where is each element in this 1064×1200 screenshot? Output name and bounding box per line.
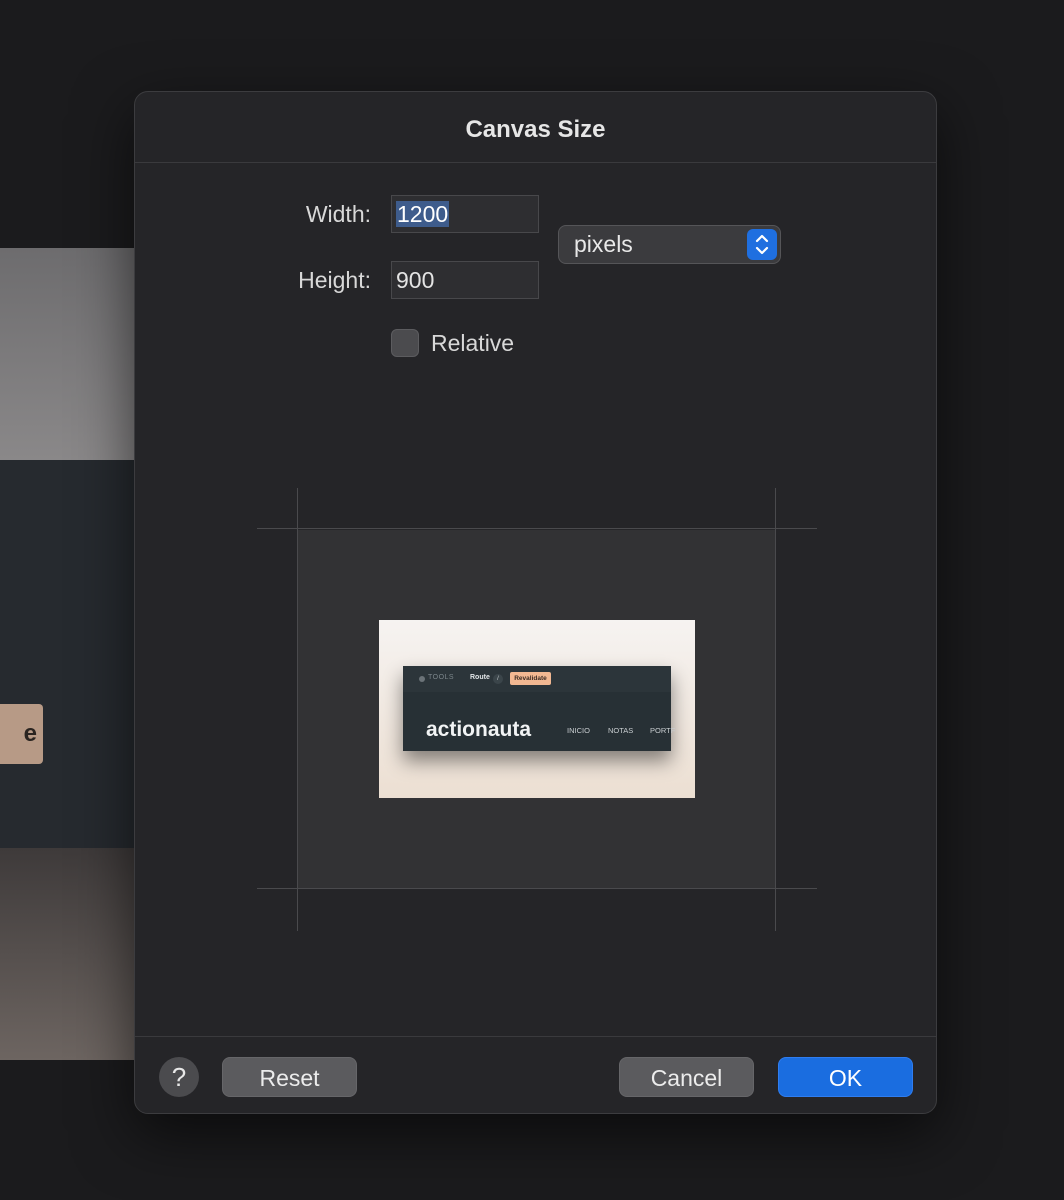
- thumbnail-nav-item: PORTF: [650, 726, 676, 735]
- background-document: e ❙❙: [0, 248, 140, 1060]
- width-label: Width:: [305, 201, 371, 227]
- thumbnail-slash-badge: /: [493, 674, 503, 684]
- unit-popup-label: pixels: [574, 231, 633, 257]
- guide-line-right: [775, 488, 776, 931]
- background-partial-button: e: [0, 704, 43, 764]
- guide-line-bottom: [257, 888, 817, 889]
- image-thumbnail: TOOLS Route / Revalidate actionauta INIC…: [379, 620, 695, 798]
- reset-button[interactable]: Reset: [222, 1057, 357, 1097]
- background-top-panel: [0, 248, 140, 460]
- footer-divider: [135, 1036, 936, 1037]
- dialog-title: Canvas Size: [465, 116, 606, 143]
- width-value: 1200: [396, 201, 450, 227]
- background-bottom-panel: [0, 848, 140, 1060]
- unit-popup[interactable]: pixels: [558, 225, 781, 264]
- relative-label[interactable]: Relative: [431, 328, 514, 358]
- cancel-button[interactable]: Cancel: [619, 1057, 754, 1097]
- height-value: 900: [396, 267, 435, 293]
- thumbnail-card: TOOLS Route / Revalidate actionauta INIC…: [403, 666, 675, 751]
- height-label: Height:: [298, 267, 371, 293]
- relative-checkbox[interactable]: [391, 329, 419, 357]
- thumbnail-revalidate-badge: Revalidate: [510, 672, 551, 685]
- canvas-size-dialog: Canvas Size Width: 1200 Height: 900 pixe…: [134, 91, 937, 1114]
- thumbnail-nav-item: NOTAS: [608, 726, 634, 735]
- width-field[interactable]: 1200: [391, 195, 539, 233]
- title-divider: [135, 162, 936, 163]
- thumbnail-tools-label: TOOLS: [428, 674, 455, 681]
- thumbnail-route-label: Route: [470, 674, 490, 681]
- background-mid-panel: e ❙❙: [0, 460, 140, 983]
- chevron-up-down-icon: [747, 229, 777, 260]
- thumbnail-toolbar: TOOLS Route / Revalidate: [403, 666, 671, 692]
- guide-line-top: [257, 528, 817, 529]
- help-icon[interactable]: ?: [159, 1057, 199, 1097]
- thumbnail-dot-icon: [419, 676, 425, 682]
- thumbnail-nav-item: INICIO: [567, 726, 590, 735]
- thumbnail-brand: actionauta: [426, 718, 532, 741]
- ok-button[interactable]: OK: [778, 1057, 913, 1097]
- height-field[interactable]: 900: [391, 261, 539, 299]
